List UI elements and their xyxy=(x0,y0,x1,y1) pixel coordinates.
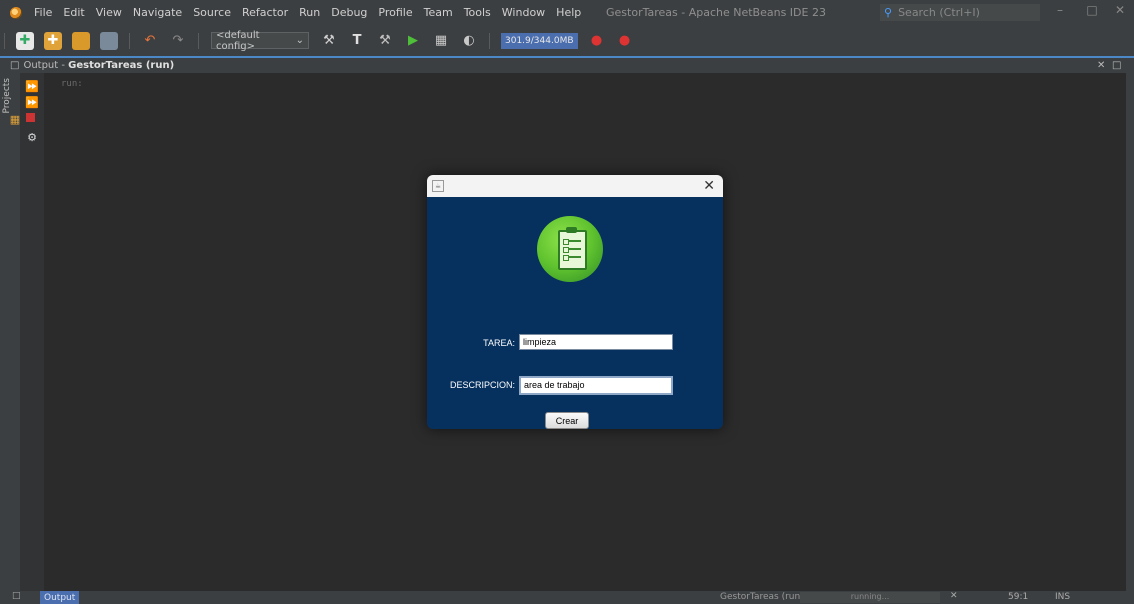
tarea-label: TAREA: xyxy=(483,338,515,348)
menu-debug[interactable]: Debug xyxy=(331,6,367,19)
new-project-icon[interactable]: ✚ xyxy=(44,31,62,50)
menu-file[interactable]: File xyxy=(34,6,52,19)
task-dialog: ☕ ✕ TAREA: limpieza DESCRIPCION: area de… xyxy=(427,175,723,429)
menu-source[interactable]: Source xyxy=(193,6,231,19)
menu-tools[interactable]: Tools xyxy=(464,6,491,19)
output-toolbar xyxy=(20,73,44,591)
clipboard-logo-icon xyxy=(537,216,603,282)
descripcion-label: DESCRIPCION: xyxy=(449,380,515,390)
search-input[interactable]: ⚲ Search (Ctrl+I) xyxy=(880,4,1040,21)
toolbar-separator xyxy=(4,32,5,49)
chevron-down-icon: ⌄ xyxy=(295,35,304,46)
settings-icon[interactable]: ⚙ xyxy=(26,131,38,144)
window-close-button[interactable]: ✕ xyxy=(1110,3,1130,17)
right-side-strip xyxy=(1126,58,1134,591)
menu-window[interactable]: Window xyxy=(502,6,545,19)
open-project-icon[interactable] xyxy=(72,31,90,50)
left-side-strip xyxy=(0,73,20,591)
panel-close-icon[interactable]: ✕ xyxy=(1097,60,1105,71)
window-title: GestorTareas - Apache NetBeans IDE 23 xyxy=(606,6,826,19)
status-window-icon[interactable]: □ xyxy=(12,591,21,601)
rerun-with-params-icon[interactable]: ⏩ xyxy=(25,96,39,109)
cursor-position: 59:1 xyxy=(1008,592,1029,602)
toolbar-separator xyxy=(198,32,199,49)
garbage-collect-icon[interactable]: ● xyxy=(588,32,606,50)
dialog-titlebar: ☕ ✕ xyxy=(427,175,723,197)
undo-icon[interactable]: ↶ xyxy=(141,32,159,50)
debug-icon[interactable]: ▦ xyxy=(432,32,450,50)
menu-refactor[interactable]: Refactor xyxy=(242,6,288,19)
status-bar: □ Output GestorTareas (run) running... ✕… xyxy=(0,591,1134,604)
main-toolbar: ✚ ✚ ↶ ↷ <default config> ⌄ ⚒ T ⚒ ▶ ▦ ◐ 3… xyxy=(0,25,1134,56)
menu-navigate[interactable]: Navigate xyxy=(133,6,182,19)
files-icon[interactable]: ▦ xyxy=(9,113,21,126)
dialog-close-button[interactable]: ✕ xyxy=(703,178,715,194)
console-text: run: xyxy=(61,79,83,89)
status-progress-text: running... xyxy=(850,592,890,601)
output-panel-prefix: Output - xyxy=(23,60,69,71)
config-select[interactable]: <default config> ⌄ xyxy=(211,29,309,52)
crear-button[interactable]: Crear xyxy=(545,412,589,429)
descripcion-input[interactable]: area de trabajo xyxy=(519,376,673,395)
search-icon: ⚲ xyxy=(884,6,893,19)
maximize-button[interactable]: □ xyxy=(1082,3,1102,17)
toolbar-separator xyxy=(489,32,490,49)
java-icon: ☕ xyxy=(432,180,444,192)
menu-profile[interactable]: Profile xyxy=(378,6,412,19)
output-panel-title[interactable]: GestorTareas (run) xyxy=(68,60,174,71)
redo-icon[interactable]: ↷ xyxy=(169,32,187,50)
profile-snapshot-icon[interactable]: ● xyxy=(616,32,634,50)
dialog-body: TAREA: limpieza DESCRIPCION: area de tra… xyxy=(427,197,723,429)
menu-view[interactable]: View xyxy=(96,6,122,19)
menu-team[interactable]: Team xyxy=(424,6,453,19)
tarea-input[interactable]: limpieza xyxy=(519,334,673,350)
projects-tab[interactable]: Projects xyxy=(2,78,12,113)
menu-run[interactable]: Run xyxy=(299,6,320,19)
status-output-label: Output xyxy=(44,592,76,603)
close-project-icon[interactable] xyxy=(100,31,118,50)
status-output-tab[interactable]: Output xyxy=(40,591,80,604)
new-file-icon[interactable]: ✚ xyxy=(16,31,34,50)
output-panel-header: □ Output - GestorTareas (run) ✕ □ xyxy=(0,58,1126,74)
search-placeholder: Search (Ctrl+I) xyxy=(898,6,980,19)
panel-maximize-icon[interactable]: □ xyxy=(1112,60,1121,71)
menu-help[interactable]: Help xyxy=(556,6,581,19)
stop-icon[interactable] xyxy=(26,113,35,122)
minimize-button[interactable]: – xyxy=(1050,3,1070,17)
build-icon[interactable]: ⚒ xyxy=(320,32,338,50)
cancel-task-icon[interactable]: ✕ xyxy=(950,591,958,601)
insert-mode: INS xyxy=(1055,592,1071,602)
clipboard-icon xyxy=(558,227,587,270)
rerun-icon[interactable]: ⏩ xyxy=(25,80,39,93)
toolbar-separator xyxy=(129,32,130,49)
run-icon[interactable]: ▶ xyxy=(404,32,422,50)
panel-window-icon[interactable]: □ xyxy=(10,60,19,71)
clean-build-project-icon[interactable]: ⚒ xyxy=(376,32,394,50)
clean-build-icon[interactable]: T xyxy=(348,32,366,50)
menu-edit[interactable]: Edit xyxy=(63,6,84,19)
config-select-value: <default config> xyxy=(216,29,260,52)
memory-indicator[interactable]: 301.9/344.0MB xyxy=(501,32,578,49)
profile-icon[interactable]: ◐ xyxy=(460,32,478,50)
status-run-label: GestorTareas (run) xyxy=(720,592,804,602)
netbeans-logo-icon xyxy=(10,6,22,19)
status-progress-bar: running... xyxy=(800,592,940,603)
